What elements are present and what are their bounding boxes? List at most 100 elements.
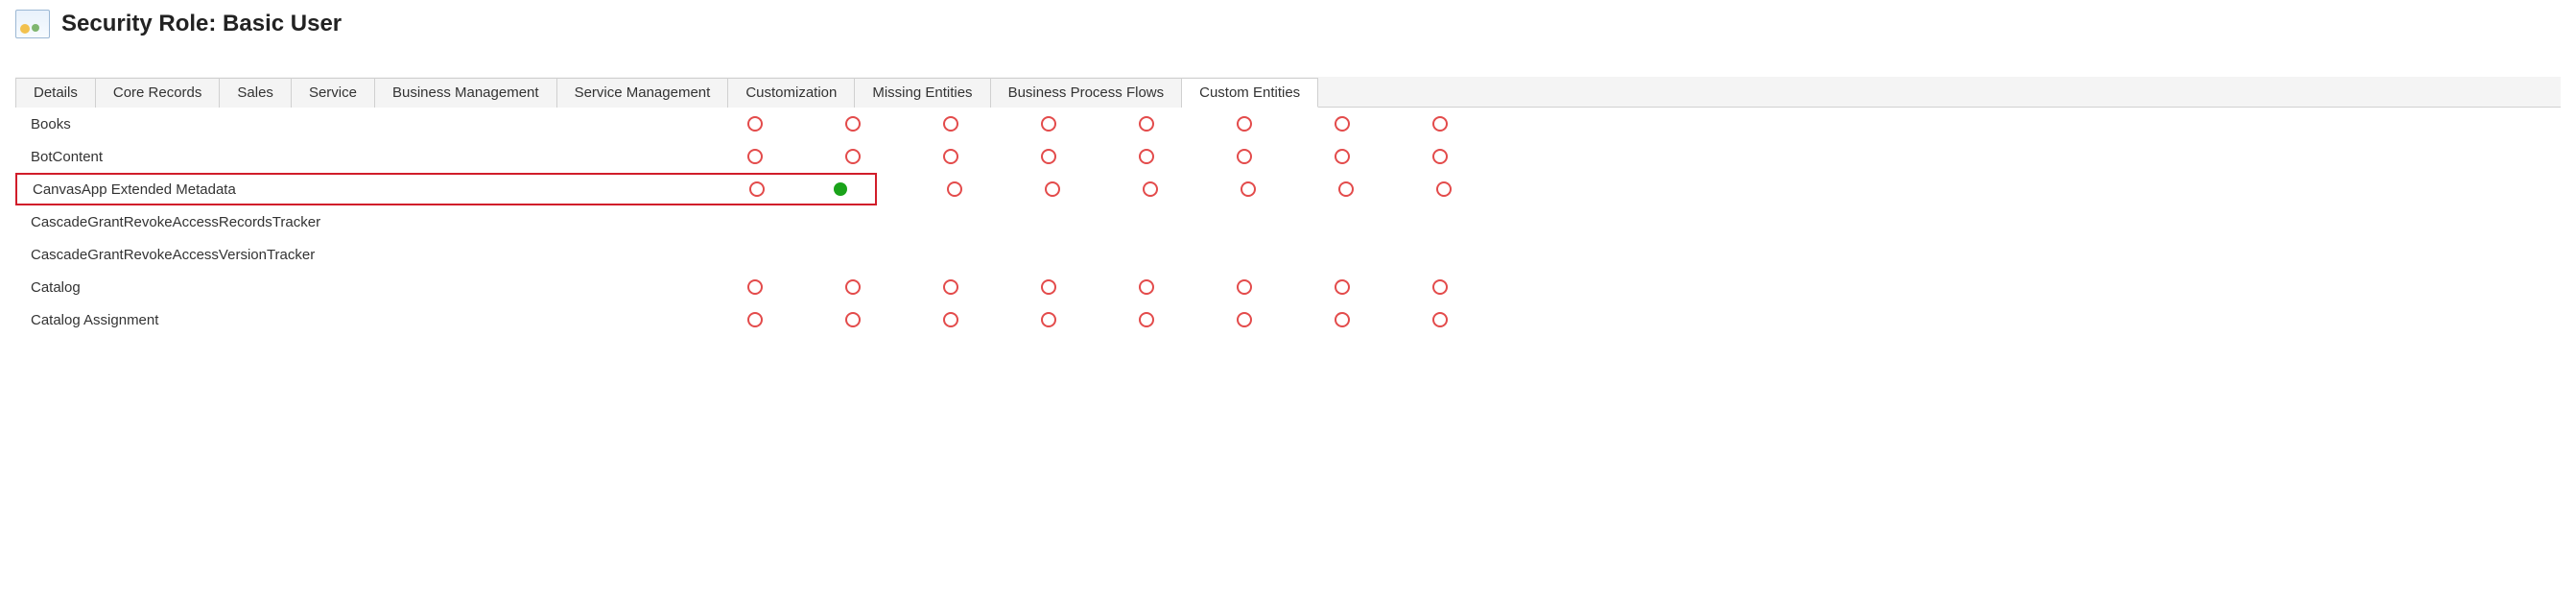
privilege-cell[interactable] (1000, 311, 1098, 328)
privilege-cell[interactable] (706, 311, 804, 328)
privilege-none-icon (1334, 311, 1351, 328)
tab-details[interactable]: Details (15, 78, 96, 108)
privilege-none-icon (1040, 148, 1057, 165)
privilege-cell[interactable] (804, 115, 902, 132)
privilege-cell[interactable] (1391, 311, 1489, 328)
privilege-cell[interactable] (1391, 148, 1489, 165)
tab-service[interactable]: Service (292, 78, 375, 108)
privilege-cell[interactable] (1293, 148, 1391, 165)
privilege-cell[interactable] (1000, 148, 1098, 165)
tab-missing-entities[interactable]: Missing Entities (855, 78, 990, 108)
privilege-none-icon (844, 148, 862, 165)
page-header: Security Role: Basic User (15, 10, 2561, 38)
privilege-cell[interactable] (804, 311, 902, 328)
entity-label: CascadeGrantRevokeAccessRecordsTracker (15, 214, 706, 230)
table-row: Catalog Assignment (15, 303, 2561, 336)
privilege-none-icon (1138, 115, 1155, 132)
privilege-none-icon (1334, 278, 1351, 296)
privilege-cell[interactable] (1195, 115, 1293, 132)
privilege-cell[interactable] (806, 181, 875, 198)
privilege-none-icon (1044, 181, 1061, 198)
privilege-none-icon (942, 148, 959, 165)
tab-business-management[interactable]: Business Management (375, 78, 557, 108)
privilege-none-icon (746, 278, 764, 296)
privilege-cell[interactable] (1297, 181, 1395, 198)
privilege-none-icon (1040, 311, 1057, 328)
table-row: CascadeGrantRevokeAccessVersionTracker (15, 238, 2561, 271)
privilege-none-icon (844, 278, 862, 296)
entity-label: CascadeGrantRevokeAccessVersionTracker (15, 247, 706, 263)
security-role-icon (15, 10, 50, 38)
tab-service-management[interactable]: Service Management (557, 78, 729, 108)
privilege-cell[interactable] (706, 115, 804, 132)
tab-business-process-flows[interactable]: Business Process Flows (991, 78, 1183, 108)
privilege-cell[interactable] (1098, 115, 1195, 132)
privilege-none-icon (942, 115, 959, 132)
privilege-none-icon (1236, 311, 1253, 328)
privilege-cell[interactable] (1391, 278, 1489, 296)
tab-core-records[interactable]: Core Records (96, 78, 221, 108)
privilege-cell[interactable] (1195, 278, 1293, 296)
privilege-none-icon (1431, 278, 1449, 296)
privilege-cell[interactable] (1293, 278, 1391, 296)
privilege-none-icon (1431, 115, 1449, 132)
tab-strip: DetailsCore RecordsSalesServiceBusiness … (15, 77, 2561, 108)
privilege-none-icon (1240, 181, 1257, 198)
privilege-none-icon (1142, 181, 1159, 198)
privilege-cell[interactable] (1098, 148, 1195, 165)
privilege-none-icon (1138, 278, 1155, 296)
table-row: Catalog (15, 271, 2561, 303)
page-title: Security Role: Basic User (61, 11, 342, 37)
privilege-cell[interactable] (902, 278, 1000, 296)
privilege-none-icon (1138, 148, 1155, 165)
tab-custom-entities[interactable]: Custom Entities (1182, 78, 1318, 108)
privilege-none-icon (942, 278, 959, 296)
privilege-cell[interactable] (706, 148, 804, 165)
privilege-none-icon (746, 311, 764, 328)
table-row: BotContent (15, 140, 2561, 173)
privilege-cell[interactable] (1199, 181, 1297, 198)
privilege-cell[interactable] (902, 311, 1000, 328)
tab-sales[interactable]: Sales (220, 78, 292, 108)
entity-label: Catalog (15, 279, 706, 296)
privilege-cell[interactable] (1000, 278, 1098, 296)
privilege-cell[interactable] (1195, 148, 1293, 165)
entity-label: CanvasApp Extended Metadata (17, 181, 708, 198)
privilege-cell[interactable] (1000, 115, 1098, 132)
privilege-cell[interactable] (706, 278, 804, 296)
privilege-none-icon (946, 181, 963, 198)
privilege-none-icon (1236, 115, 1253, 132)
privilege-none-icon (1236, 278, 1253, 296)
privilege-cell[interactable] (1098, 311, 1195, 328)
privilege-none-icon (1138, 311, 1155, 328)
privilege-none-icon (1040, 278, 1057, 296)
privilege-cell[interactable] (1391, 115, 1489, 132)
privilege-cell[interactable] (902, 115, 1000, 132)
privilege-cell[interactable] (708, 181, 806, 198)
privilege-cell[interactable] (1293, 311, 1391, 328)
tab-customization[interactable]: Customization (728, 78, 855, 108)
privilege-grid: Books BotContent CanvasApp Extended Metada… (15, 108, 2561, 336)
privilege-cell[interactable] (1293, 115, 1391, 132)
privilege-cell[interactable] (1004, 181, 1101, 198)
privilege-none-icon (746, 115, 764, 132)
privilege-none-icon (1431, 311, 1449, 328)
privilege-cell[interactable] (906, 181, 1004, 198)
privilege-cell[interactable] (804, 148, 902, 165)
table-row: CanvasApp Extended Metadata (15, 173, 2561, 205)
privilege-none-icon (1334, 148, 1351, 165)
table-row: Books (15, 108, 2561, 140)
privilege-cell[interactable] (1101, 181, 1199, 198)
privilege-cell[interactable] (902, 148, 1000, 165)
privilege-cell[interactable] (804, 278, 902, 296)
entity-label: BotContent (15, 149, 706, 165)
privilege-full-icon (832, 181, 849, 198)
privilege-none-icon (746, 148, 764, 165)
privilege-cell[interactable] (1395, 181, 1493, 198)
privilege-cell[interactable] (1098, 278, 1195, 296)
privilege-none-icon (1334, 115, 1351, 132)
privilege-none-icon (844, 115, 862, 132)
privilege-cell[interactable] (1195, 311, 1293, 328)
privilege-none-icon (1431, 148, 1449, 165)
privilege-none-icon (1337, 181, 1355, 198)
